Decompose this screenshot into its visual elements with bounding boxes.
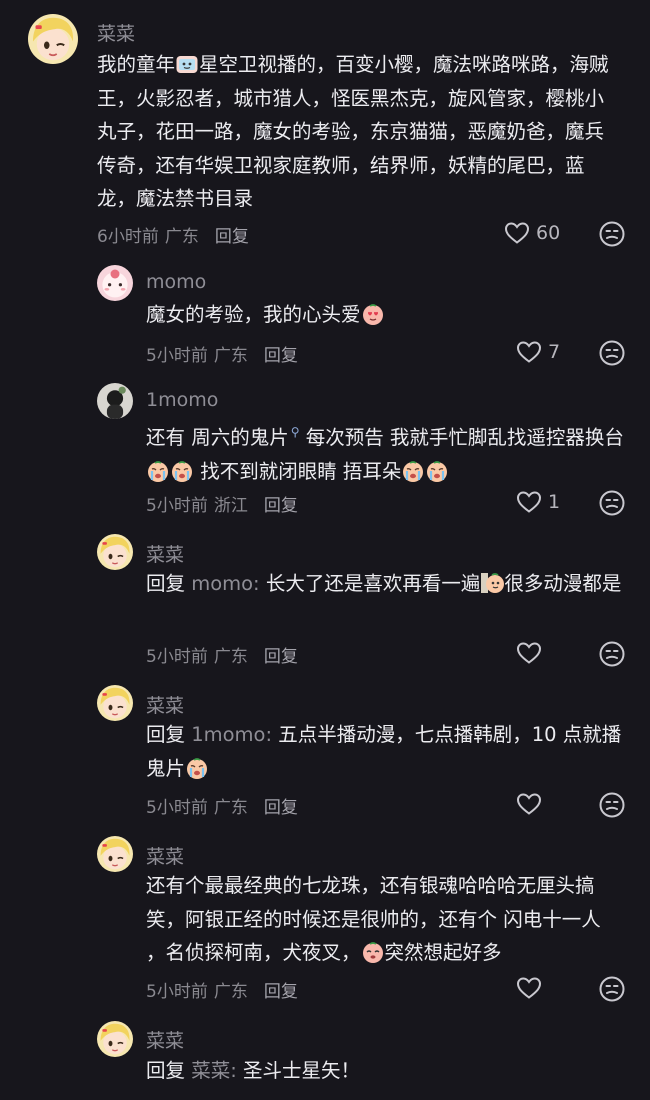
avatar[interactable] [97,685,133,721]
comment-text: 还有个最最经典的七龙珠，还有银魂哈哈哈无厘头搞笑，阿银正经的时候还是很帅的，还有… [146,874,601,964]
reply-button[interactable]: 回复 [264,346,298,366]
comment-meta: 6小时前 广东 回复 [97,227,249,247]
username[interactable]: 菜菜 [146,540,184,567]
comment-text: 回复 momo: 长大了还是喜欢再看一遍 很多动漫都是 [146,572,622,595]
avatar[interactable] [97,836,133,872]
like-button[interactable]: 7 [516,340,560,364]
search-icon: ⚲ [290,425,300,439]
reply-target[interactable]: momo: [191,572,259,595]
avatar[interactable] [97,265,133,301]
crying-sticker-icon [170,460,194,482]
heart-outline-icon [516,340,542,364]
comment-meta: 5小时前 广东 回复 [146,346,298,366]
username[interactable]: 1momo [146,389,218,411]
username[interactable]: 菜菜 [146,1026,184,1053]
like-count: 1 [548,491,561,513]
avatar[interactable] [97,383,133,419]
sly-face-sticker-icon [361,941,385,963]
avatar[interactable] [28,14,78,64]
heart-outline-icon [516,792,542,816]
reply-target[interactable]: 菜菜: [191,1059,237,1082]
reply-button[interactable]: 回复 [264,982,298,1002]
like-count: 7 [548,341,561,363]
reply-button[interactable]: 回复 [215,227,249,247]
topic-link[interactable]: 周六的鬼片 [191,426,289,449]
avatar[interactable] [97,534,133,570]
username[interactable]: 菜菜 [146,691,184,718]
crying-sticker-icon [401,460,425,482]
peek-sticker-icon [480,572,504,594]
comment-text: 还有 周六的鬼片 ⚲ 每次预告 我就手忙脚乱找遥控器换台 找不到就闭眼睛 捂耳朵 [146,425,624,483]
like-button[interactable] [516,641,542,665]
reply-target[interactable]: 1momo: [191,723,272,746]
comment-meta: 5小时前 广东 回复 [146,982,298,1002]
comment-text: 魔女的考验，我的心头爱 [146,298,626,332]
heart-outline-icon [516,641,542,665]
reply-button[interactable]: 回复 [264,647,298,667]
crying-sticker-icon [185,757,209,779]
comment-text: 回复 1momo: 五点半播动漫，七点播韩剧，10 点就播鬼片 [146,723,622,780]
reply-button[interactable]: 回复 [264,798,298,818]
reply-button[interactable]: 回复 [264,496,298,516]
unhappy-face-icon[interactable] [599,490,625,516]
unhappy-face-icon[interactable] [599,792,625,818]
comment-meta: 5小时前 广东 回复 [146,647,298,667]
username[interactable]: 菜菜 [146,842,184,869]
heart-outline-icon [504,221,530,245]
heart-outline-icon [516,976,542,1000]
crying-sticker-icon [425,460,449,482]
comment-text: 回复 菜菜: 圣斗士星矢！ [146,1059,360,1082]
unhappy-face-icon[interactable] [599,221,625,247]
unhappy-face-icon[interactable] [599,340,625,366]
avatar[interactable] [97,1021,133,1057]
unhappy-face-icon[interactable] [599,641,625,667]
like-button[interactable]: 1 [516,490,560,514]
tv-sticker-icon [175,53,199,75]
username[interactable]: momo [146,271,206,293]
heart-outline-icon [516,490,542,514]
like-button[interactable] [516,976,542,1000]
comment-meta: 5小时前 浙江 回复 [146,496,298,516]
username[interactable]: 菜菜 [97,19,135,46]
comment-meta: 5小时前 广东 回复 [146,798,298,818]
heart-eyes-sticker-icon [361,303,385,325]
like-button[interactable] [516,792,542,816]
like-button[interactable]: 60 [504,221,560,245]
comment-text: 我的童年 星空卫视播的，百变小樱，魔法咪路咪路，海贼王，火影忍者，城市猎人，怪医黑… [97,53,609,210]
like-count: 60 [536,222,561,244]
unhappy-face-icon[interactable] [599,976,625,1002]
crying-sticker-icon [146,460,170,482]
